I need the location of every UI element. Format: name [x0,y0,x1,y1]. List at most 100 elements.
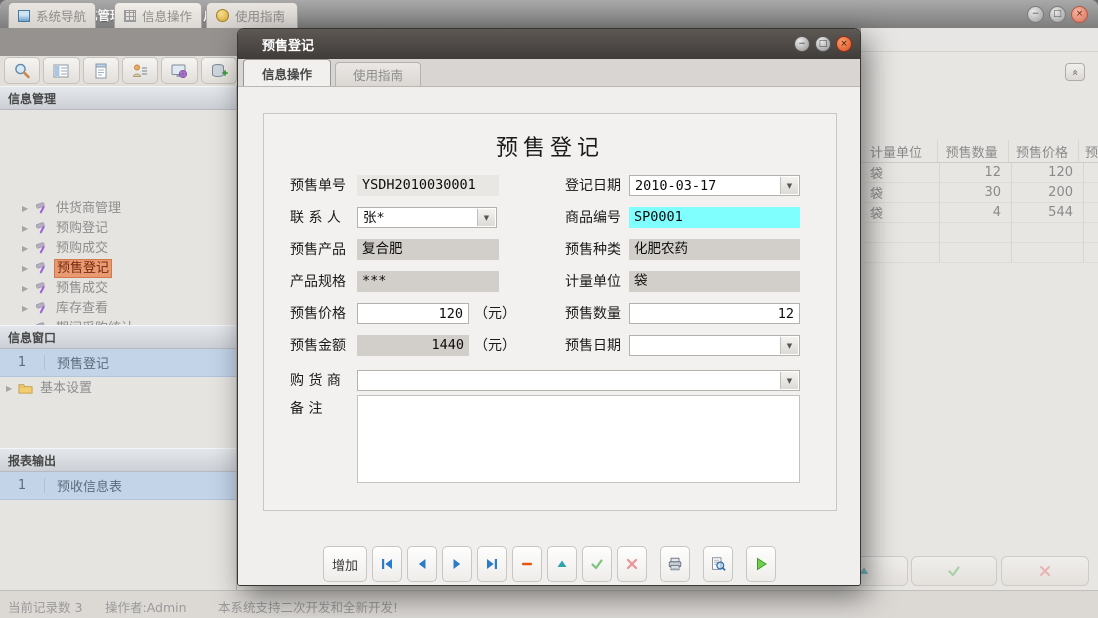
delete-button[interactable] [512,546,542,582]
tab-info-operation[interactable]: 信息操作 [114,2,202,28]
maximize-button[interactable]: □ [1049,6,1066,23]
dialog-minimize-button[interactable]: − [794,36,810,52]
expand-arrow-icon[interactable] [22,304,34,313]
price-label: 预售价格 [290,303,346,325]
expand-arrow-icon[interactable] [6,384,18,393]
form-row: 联 系 人 张* 商品编号 SP0001 [264,207,836,229]
presale-no-label: 预售单号 [290,175,346,197]
expand-arrow-icon[interactable] [22,284,34,293]
print-preview-button[interactable] [703,546,733,582]
dropdown-arrow-icon[interactable] [477,209,495,226]
record-count: 当前记录数 3 [8,597,82,616]
confirm-button[interactable] [582,546,612,582]
next-record-button[interactable] [442,546,472,582]
tab-user-guide[interactable]: 使用指南 [206,2,298,28]
col-header-unit: 计量单位 [862,140,938,162]
product-code-field[interactable]: SP0001 [629,207,800,228]
product-label: 预售产品 [290,239,346,261]
form-button[interactable] [43,57,79,84]
app-window: y 农村信息化管理系统(非注册用户) − □ × 系统导航 信息操作 使用指南 … [0,0,1098,618]
dialog-title: 预售登记 [262,35,314,54]
buyer-dropdown[interactable] [357,370,800,391]
tree-folder-basic-settings[interactable]: 基本设置 [0,378,236,398]
item-index: 1 [0,478,45,493]
form-panel: 预售登记 预售单号 YSDH2010030001 登记日期 2010-03-17… [263,113,837,511]
expand-arrow-icon[interactable] [22,224,34,233]
add-button[interactable]: 增加 [323,546,367,582]
tree-item-presale-reg[interactable]: 预售登记 [0,258,236,278]
dialog-toolbar: 增加 [323,546,776,582]
item-label: 预收信息表 [45,476,122,495]
item-label: 预售登记 [45,353,109,372]
background-cancel-button[interactable] [1001,556,1089,586]
form-row: 预售价格 120 （元） 预售数量 12 [264,303,836,325]
search-button[interactable] [4,57,40,84]
cancel-button[interactable] [617,546,647,582]
panel-collapse-up-button[interactable] [1065,63,1085,81]
contact-label: 联 系 人 [290,207,341,229]
report-output-item[interactable]: 1 预收信息表 [0,472,236,500]
remark-textarea[interactable] [357,395,800,483]
database-add-button[interactable] [201,57,237,84]
dialog-titlebar[interactable]: 预售登记 − □ × [238,29,860,59]
table-empty-row [862,243,1098,263]
col-header-price: 预售价格 [1009,140,1079,162]
spec-label: 产品规格 [290,271,346,293]
reg-date-dropdown[interactable]: 2010-03-17 [629,175,800,196]
document-button[interactable] [83,57,119,84]
tree-item-prepurchase-deal[interactable]: 预购成交 [0,238,236,258]
contact-dropdown[interactable]: 张* [357,207,497,228]
section-header-info-window: 信息窗口 [0,325,236,349]
info-window-item[interactable]: 1 预售登记 [0,349,236,377]
tree-item-supplier-mgmt[interactable]: 供货商管理 [0,198,236,218]
dialog-tab-user-guide[interactable]: 使用指南 [335,62,421,86]
table-row[interactable]: 袋 12 120 [862,163,1098,183]
table-empty-row [862,223,1098,243]
user-guide-icon [216,9,229,22]
dialog-tab-info-operation[interactable]: 信息操作 [243,59,331,86]
amount-label: 预售金额 [290,335,346,357]
run-button[interactable] [746,546,776,582]
dropdown-arrow-icon[interactable] [780,177,798,194]
dropdown-arrow-icon[interactable] [780,337,798,354]
print-button[interactable] [660,546,690,582]
tree-item-presale-deal[interactable]: 预售成交 [0,278,236,298]
form-row: 预售金额 1440 （元） 预售日期 [264,335,836,357]
monitor-globe-button[interactable] [161,57,197,84]
prev-record-button[interactable] [407,546,437,582]
tab-label: 信息操作 [142,6,192,25]
qty-field[interactable]: 12 [629,303,800,324]
table-row[interactable]: 袋 30 200 [862,183,1098,203]
dropdown-arrow-icon[interactable] [780,372,798,389]
form-title: 预售登记 [264,130,836,162]
last-record-button[interactable] [477,546,507,582]
reg-date-label: 登记日期 [565,175,621,197]
user-list-button[interactable] [122,57,158,84]
table-row[interactable]: 袋 4 544 [862,203,1098,223]
presale-date-dropdown[interactable] [629,335,800,356]
form-row: 购 货 商 [264,370,836,392]
edit-up-button[interactable] [547,546,577,582]
first-record-button[interactable] [372,546,402,582]
tree-item-prepurchase-reg[interactable]: 预购登记 [0,218,236,238]
collapse-up-icon [1069,69,1080,76]
presale-date-label: 预售日期 [565,335,621,357]
dialog-close-button[interactable]: × [836,36,852,52]
section-header-info-mgmt: 信息管理 [0,86,236,110]
expand-arrow-icon[interactable] [22,204,34,213]
tab-system-nav[interactable]: 系统导航 [8,2,96,28]
expand-arrow-icon[interactable] [22,244,34,253]
price-field[interactable]: 120 [357,303,469,324]
col-header-clipped: 预 [1079,140,1098,162]
folder-icon [18,381,33,395]
category-label: 预售种类 [565,239,621,261]
minimize-button[interactable]: − [1027,6,1044,23]
close-button[interactable]: × [1071,6,1088,23]
dialog-maximize-button[interactable]: □ [815,36,831,52]
category-field: 化肥农药 [629,239,800,260]
tree-item-inventory-view[interactable]: 库存查看 [0,298,236,318]
dialog-body: 预售登记 预售单号 YSDH2010030001 登记日期 2010-03-17… [238,87,860,585]
background-confirm-button[interactable] [911,556,997,586]
amount-unit-suffix: （元） [474,335,516,357]
expand-arrow-icon[interactable] [22,264,34,273]
